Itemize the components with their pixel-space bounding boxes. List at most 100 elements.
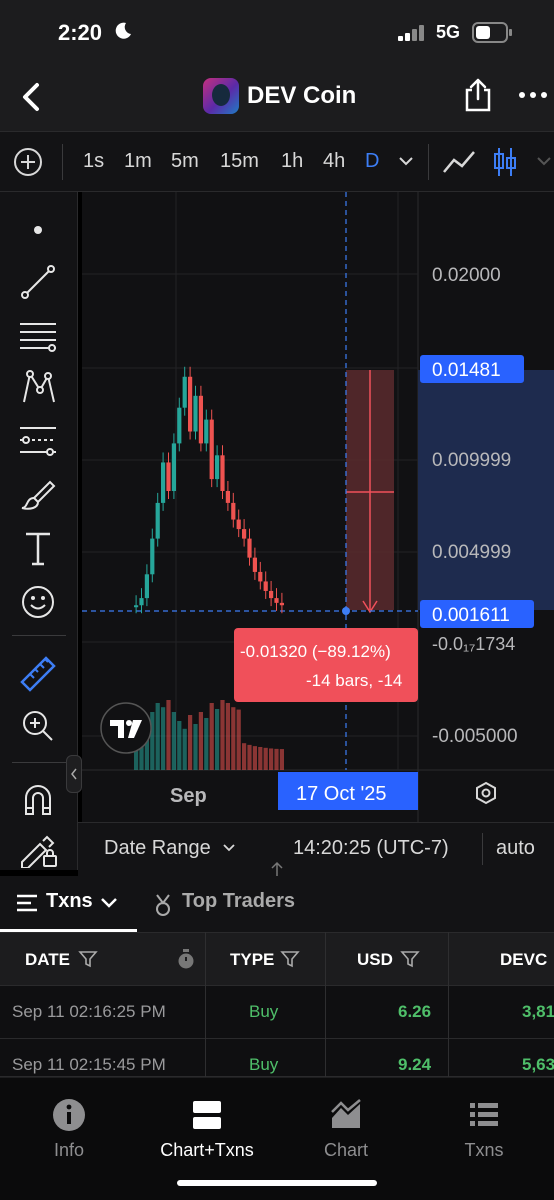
line-chart-icon[interactable] [442, 146, 476, 176]
measure-bars: -14 bars, -14 [306, 671, 402, 690]
chart-canvas[interactable]: 0.02000 0.01481 0.009999 0.004999 0.0016… [82, 192, 554, 822]
tools-divider [12, 635, 66, 636]
row-devc: 3,81 [522, 1002, 554, 1021]
volume-bar [236, 709, 241, 770]
candle [252, 557, 257, 572]
cursor-dot-icon[interactable] [16, 208, 60, 252]
chart-icon [331, 1099, 361, 1128]
share-icon[interactable] [462, 77, 494, 113]
battery-icon [472, 22, 512, 43]
filter-icon[interactable] [400, 950, 420, 968]
price-chart[interactable]: 0.02000 0.01481 0.009999 0.004999 0.0016… [82, 192, 554, 822]
home-indicator [177, 1180, 377, 1186]
coin-avatar [203, 78, 239, 114]
candle [188, 376, 193, 432]
more-icon[interactable] [518, 90, 548, 100]
lock-drawing-icon[interactable] [16, 830, 60, 868]
emoji-icon[interactable] [16, 580, 60, 624]
moon-icon [115, 22, 131, 39]
timezone-clock[interactable]: 14:20:25 (UTC-7) [293, 837, 449, 860]
chevron-down-icon[interactable] [398, 154, 414, 168]
chevron-down-icon[interactable] [222, 843, 236, 853]
candle [144, 574, 149, 599]
menu-lines-icon [17, 894, 37, 912]
measure-change: -0.01320 (−89.12%) [240, 642, 391, 661]
toolbar-divider [62, 144, 63, 180]
filter-icon[interactable] [280, 950, 300, 968]
interval-5m[interactable]: 5m [171, 150, 199, 173]
date-range-bar: Date Range 14:20:25 (UTC-7) auto [78, 822, 554, 891]
header-date[interactable]: DATE [25, 950, 70, 970]
header-usd[interactable]: USD [357, 950, 393, 970]
tab-txns[interactable]: Txns [46, 890, 93, 913]
chevron-down-icon[interactable] [536, 154, 552, 168]
volume-bar [150, 712, 155, 770]
candle [225, 491, 230, 503]
pattern-icon[interactable] [16, 366, 60, 410]
tradingview-logo[interactable] [100, 702, 152, 754]
interval-1s[interactable]: 1s [83, 150, 104, 173]
volume-bar [215, 709, 220, 770]
candle [247, 538, 252, 558]
coin-title: DEV Coin [247, 82, 357, 109]
chart-settings-icon[interactable] [476, 781, 496, 805]
nav-info[interactable]: Info [9, 1098, 129, 1168]
interval-15m[interactable]: 15m [220, 150, 259, 173]
volume-bar [258, 746, 263, 770]
ruler-icon[interactable] [16, 652, 60, 696]
trend-line-icon[interactable] [16, 260, 60, 304]
volume-bar [188, 715, 193, 770]
nav-chart-label: Chart [323, 1140, 368, 1160]
forecast-icon[interactable] [16, 418, 60, 462]
interval-d[interactable]: D [365, 150, 379, 173]
magnet-icon[interactable] [16, 778, 60, 822]
chevron-down-icon[interactable] [100, 896, 118, 910]
back-button[interactable] [16, 80, 46, 114]
header-type[interactable]: TYPE [230, 950, 274, 970]
candle [171, 443, 176, 491]
header-devc[interactable]: DEVC [500, 950, 547, 970]
table-row[interactable]: Sep 11 02:16:25 PM Buy 6.26 3,81 [0, 986, 554, 1039]
volume-bar [252, 746, 257, 770]
tools-divider [12, 762, 66, 763]
candles-icon[interactable] [492, 146, 518, 178]
nav-chart[interactable]: Chart [286, 1098, 406, 1168]
volume-bar [242, 743, 247, 770]
tab-top-traders[interactable]: Top Traders [182, 890, 295, 913]
table-header: DATE TYPE USD DEVC [0, 932, 554, 986]
price-label: 0.009999 [432, 450, 511, 471]
volume-bar [155, 703, 160, 770]
volume-bar [220, 700, 225, 770]
chevron-left-icon [71, 768, 77, 780]
nav-chart-txns[interactable]: Chart+Txns [147, 1098, 267, 1168]
brush-icon[interactable] [16, 472, 60, 516]
date-range-dropdown[interactable]: Date Range [104, 837, 211, 860]
table-row[interactable]: Sep 11 02:15:45 PM Buy 9.24 5,63 [0, 1039, 554, 1077]
collapse-tools-button[interactable] [66, 755, 82, 793]
price-label: 0.004999 [432, 542, 511, 563]
interval-4h[interactable]: 4h [323, 150, 345, 173]
interval-1m[interactable]: 1m [124, 150, 152, 173]
column-divider [448, 932, 449, 1077]
stopwatch-icon[interactable] [176, 948, 196, 970]
price-label-top: 0.01481 [432, 360, 501, 381]
price-label-current: 0.001611 [432, 605, 510, 626]
volume-bar [269, 748, 274, 770]
nav-txns[interactable]: Txns [424, 1098, 544, 1168]
txns-tabs: Txns Top Traders [0, 876, 554, 932]
candle [236, 519, 241, 530]
network-type: 5G [436, 22, 461, 42]
coin-header: DEV Coin [0, 62, 554, 132]
candle [166, 462, 171, 491]
zoom-in-icon[interactable] [16, 704, 60, 748]
candle [177, 407, 182, 444]
candle [150, 538, 155, 575]
filter-icon[interactable] [78, 950, 98, 968]
measure-tooltip [234, 628, 418, 702]
text-tool-icon[interactable] [16, 526, 60, 570]
add-indicator-icon[interactable] [12, 146, 44, 178]
candle [258, 571, 263, 582]
fib-lines-icon[interactable] [16, 314, 60, 358]
auto-scale-toggle[interactable]: auto [496, 837, 535, 860]
interval-1h[interactable]: 1h [281, 150, 303, 173]
